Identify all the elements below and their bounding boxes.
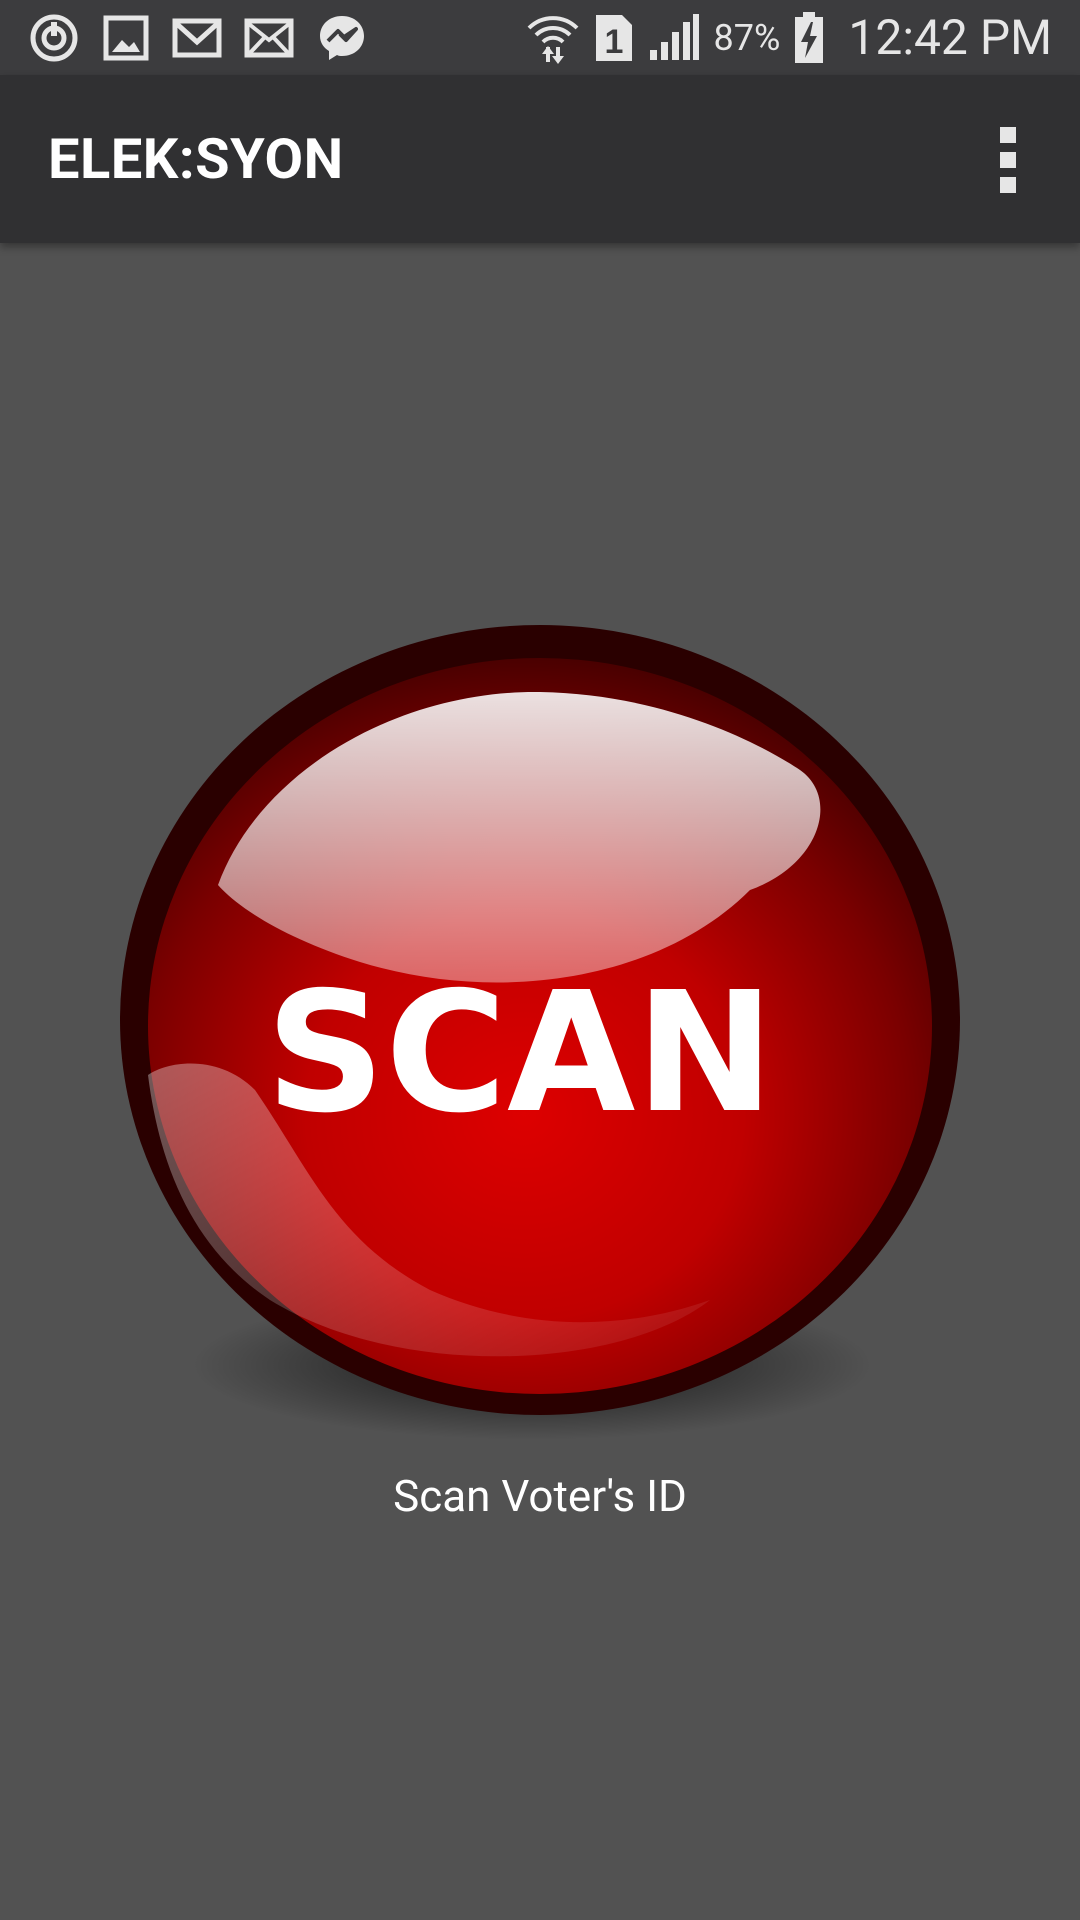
sim-slot-label: 1 <box>604 23 623 61</box>
gallery-icon <box>102 14 150 62</box>
app-bar: ELEK:SYON <box>0 75 1080 243</box>
signal-icon <box>648 13 700 62</box>
mail-icon <box>244 18 294 58</box>
status-bar: 1 87% 12:42 PM <box>0 0 1080 75</box>
sync-icon <box>28 12 80 64</box>
wifi-icon <box>526 12 580 64</box>
messenger-icon <box>316 12 368 64</box>
gmail-icon <box>172 18 222 58</box>
battery-percent: 87% <box>713 16 781 59</box>
overflow-menu-icon[interactable] <box>978 125 1038 195</box>
overflow-menu-dot <box>1000 152 1016 168</box>
app-title: ELEK:SYON <box>48 126 344 192</box>
system-indicators: 1 87% 12:42 PM <box>526 0 1052 75</box>
overflow-menu-dot <box>1000 127 1016 143</box>
scan-button[interactable]: SCAN <box>100 610 980 1450</box>
notification-icons <box>28 0 368 75</box>
overflow-menu-dot <box>1000 177 1016 193</box>
status-clock: 12:42 PM <box>848 9 1052 66</box>
battery-charging-icon <box>794 11 824 64</box>
scan-caption: Scan Voter's ID <box>393 1470 687 1522</box>
sim-1-icon: 1 <box>594 13 634 63</box>
scan-button-label: SCAN <box>266 957 775 1150</box>
